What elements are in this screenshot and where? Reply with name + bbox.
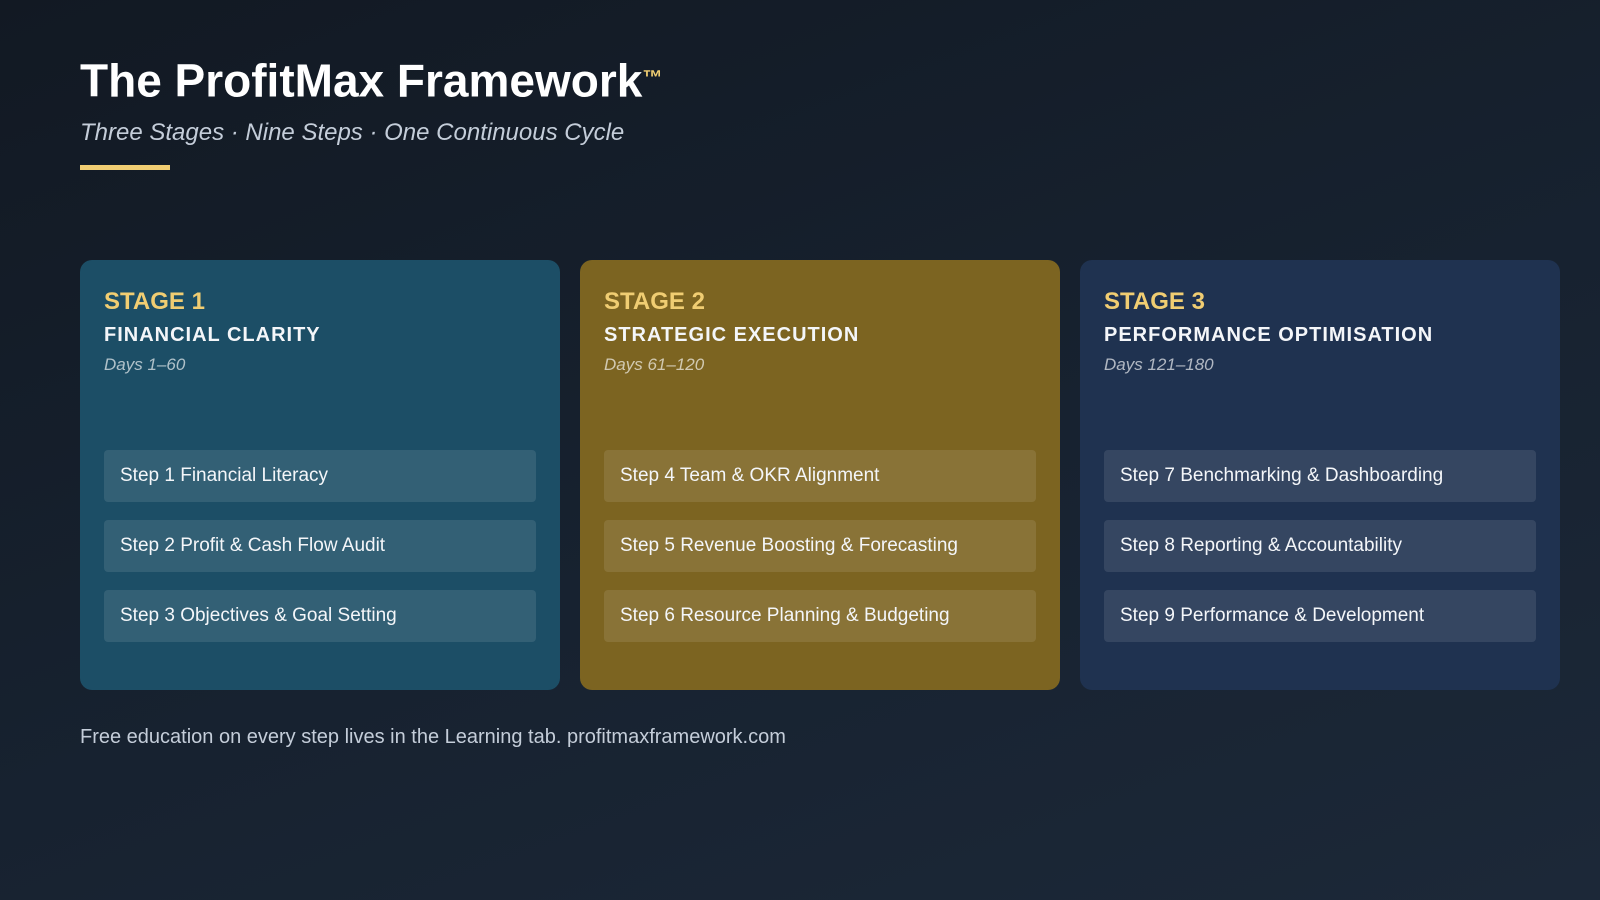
step-item-2: Step 2 Profit & Cash Flow Audit	[104, 520, 536, 572]
step-item-6: Step 6 Resource Planning & Budgeting	[604, 590, 1036, 642]
accent-divider	[80, 165, 170, 171]
footer-note: Free education on every step lives in th…	[80, 726, 786, 748]
stage-name: FINANCIAL CLARITY	[104, 324, 321, 346]
step-item-3: Step 3 Objectives & Goal Setting	[104, 590, 536, 642]
stage-days: Days 1–60	[104, 355, 186, 374]
stage-days: Days 61–120	[604, 355, 705, 374]
stages-row: STAGE 1 FINANCIAL CLARITY Days 1–60 Step…	[80, 260, 1560, 690]
stage-card-2: STAGE 2 STRATEGIC EXECUTION Days 61–120 …	[580, 260, 1060, 690]
step-item-9: Step 9 Performance & Development	[1104, 590, 1536, 642]
stage-number-label: STAGE 3	[1104, 288, 1205, 315]
trademark-symbol: ™	[642, 67, 663, 89]
step-list: Step 1 Financial Literacy Step 2 Profit …	[104, 450, 536, 660]
step-item-1: Step 1 Financial Literacy	[104, 450, 536, 502]
stage-number-label: STAGE 1	[104, 288, 205, 315]
stage-card-3: STAGE 3 PERFORMANCE OPTIMISATION Days 12…	[1080, 260, 1560, 690]
step-item-4: Step 4 Team & OKR Alignment	[604, 450, 1036, 502]
header: The ProfitMax Framework™ Three Stages · …	[80, 46, 662, 171]
step-list: Step 4 Team & OKR Alignment Step 5 Reven…	[604, 450, 1036, 660]
stage-days: Days 121–180	[1104, 355, 1214, 374]
step-item-7: Step 7 Benchmarking & Dashboarding	[1104, 450, 1536, 502]
step-list: Step 7 Benchmarking & Dashboarding Step …	[1104, 450, 1536, 660]
step-item-5: Step 5 Revenue Boosting & Forecasting	[604, 520, 1036, 572]
stage-number-label: STAGE 2	[604, 288, 705, 315]
title-text: The ProfitMax Framework	[80, 54, 643, 107]
stage-name: PERFORMANCE OPTIMISATION	[1104, 324, 1434, 346]
step-item-8: Step 8 Reporting & Accountability	[1104, 520, 1536, 572]
page-title: The ProfitMax Framework™	[80, 46, 662, 108]
page-subtitle: Three Stages · Nine Steps · One Continuo…	[80, 119, 625, 147]
stage-name: STRATEGIC EXECUTION	[604, 324, 860, 346]
stage-card-1: STAGE 1 FINANCIAL CLARITY Days 1–60 Step…	[80, 260, 560, 690]
